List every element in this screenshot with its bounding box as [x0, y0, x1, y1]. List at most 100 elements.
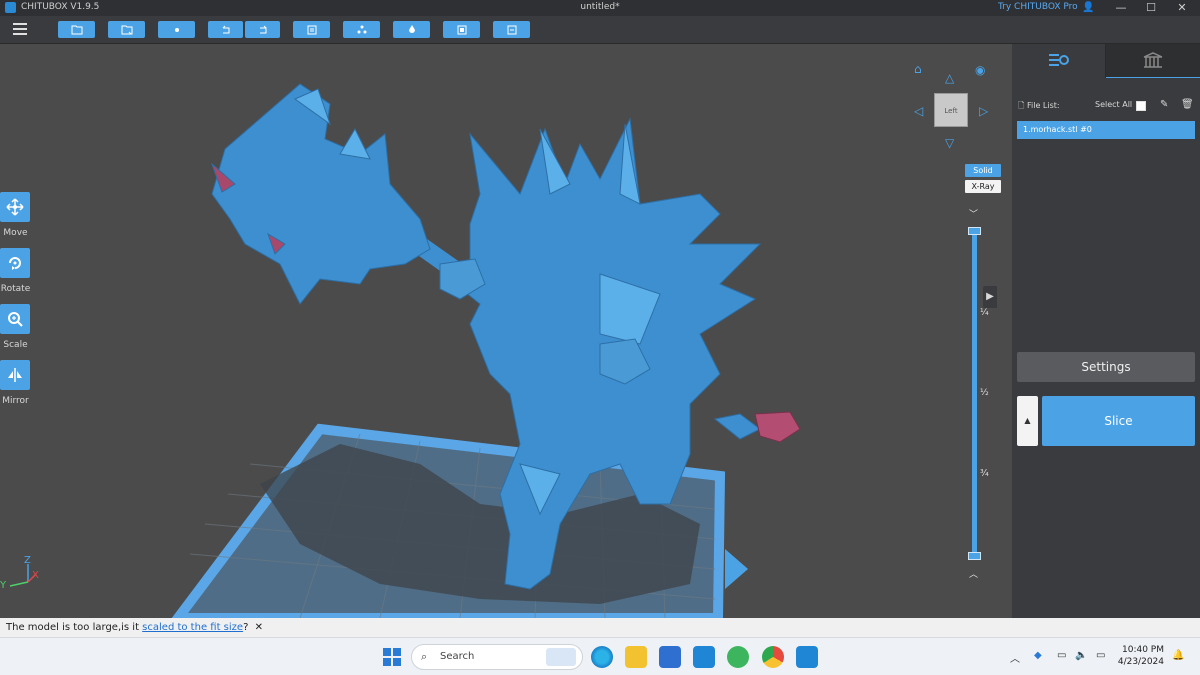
- home-view-icon[interactable]: ⌂: [914, 62, 922, 76]
- network-icon[interactable]: ▭: [1057, 650, 1066, 661]
- eye-icon[interactable]: ◉: [975, 63, 985, 77]
- save-button[interactable]: [108, 21, 145, 38]
- file-list-header: 🗋 File List: Select All ✎ 🗑: [1018, 99, 1196, 114]
- file-list-item[interactable]: 1.morhack.stl #0: [1017, 121, 1195, 139]
- open-file-icon: [71, 25, 82, 34]
- xray-toggle[interactable]: X-Ray: [965, 180, 1001, 193]
- view-up-icon[interactable]: △: [945, 71, 954, 85]
- settings-button[interactable]: Settings: [1017, 352, 1195, 382]
- edge-browser-icon[interactable]: [591, 646, 613, 668]
- chevron-down-icon[interactable]: ﹀: [969, 207, 978, 220]
- status-bar: The model is too large,is it scaled to t…: [0, 618, 1200, 637]
- search-placeholder: Search: [440, 651, 475, 662]
- status-suffix: ?: [243, 622, 249, 633]
- volume-icon[interactable]: 🔈: [1075, 650, 1087, 661]
- mirror-tool[interactable]: Mirror: [0, 360, 31, 406]
- menu-icon[interactable]: [13, 23, 27, 35]
- right-panel: 🗋 File List: Select All ✎ 🗑 1.morhack.st…: [1012, 44, 1200, 618]
- list-gear-icon: [1048, 54, 1069, 66]
- status-message: The model is too large,is it: [6, 622, 143, 633]
- slice-options-toggle[interactable]: ▲: [1017, 396, 1038, 446]
- open-file-button[interactable]: [58, 21, 95, 38]
- undo-button[interactable]: [208, 21, 243, 38]
- taskbar-clock[interactable]: 10:40 PM 4/23/2024: [1114, 644, 1164, 668]
- support-icon: [457, 25, 466, 34]
- maximize-button[interactable]: ☐: [1136, 0, 1166, 16]
- clock-date: 4/23/2024: [1117, 657, 1164, 667]
- notification-bell-icon[interactable]: 🔔: [1172, 650, 1184, 661]
- axis-indicator: Z X Y: [0, 555, 39, 591]
- chevron-up-icon[interactable]: ︿: [969, 567, 978, 580]
- search-icon: ⌕: [421, 650, 428, 663]
- view-left-icon[interactable]: ◁: [914, 104, 923, 118]
- move-tool[interactable]: Move: [0, 192, 31, 238]
- try-pro-link[interactable]: Try CHITUBOX Pro: [998, 2, 1078, 12]
- slider-mark-three-quarter: ¾: [980, 469, 989, 479]
- trash-icon[interactable]: 🗑: [1181, 99, 1194, 110]
- battery-icon[interactable]: ▭: [1096, 650, 1105, 661]
- slider-mark-quarter: ¼: [980, 308, 989, 318]
- select-all-label: Select All: [1095, 100, 1133, 109]
- tab-library[interactable]: [1106, 44, 1200, 78]
- axis-y-label: Y: [0, 580, 7, 591]
- arrange-icon: [357, 25, 366, 33]
- minimize-button[interactable]: —: [1106, 0, 1136, 16]
- view-cube[interactable]: Left: [934, 93, 968, 127]
- user-icon[interactable]: 👤: [1082, 2, 1094, 13]
- hollow-icon: [408, 24, 415, 33]
- windows-taskbar: ⌕ Search ︿ ◆ ▭ 🔈 ▭ 10:40 PM 4/23/2024 🔔: [0, 637, 1200, 675]
- mirror-icon: [0, 360, 30, 390]
- rotate-tool[interactable]: Rotate: [0, 248, 31, 294]
- close-button[interactable]: ✕: [1167, 0, 1197, 16]
- chain-tail: [713, 411, 801, 443]
- view-right-icon[interactable]: ▷: [979, 104, 988, 118]
- library-icon: [1143, 51, 1163, 68]
- scale-tool[interactable]: Scale: [0, 304, 31, 350]
- store-icon[interactable]: [659, 646, 681, 668]
- move-icon: [0, 192, 30, 222]
- save-icon: [121, 25, 132, 34]
- layout-button[interactable]: [293, 21, 330, 38]
- 3d-viewport[interactable]: Move Rotate Scale Mirror ⌂ △ ◉ ◁ ▷ ▽ Lef…: [0, 44, 1012, 618]
- app-green-icon[interactable]: [727, 646, 749, 668]
- main-toolbar: [0, 16, 1200, 44]
- layer-slider-track[interactable]: [972, 231, 977, 557]
- dot-button[interactable]: [158, 21, 195, 38]
- dot-icon: [174, 27, 179, 32]
- edit-icon[interactable]: ✎: [1160, 99, 1168, 110]
- file-explorer-icon[interactable]: [625, 646, 647, 668]
- move-tool-label: Move: [3, 228, 28, 238]
- windows-start-icon[interactable]: [381, 646, 403, 668]
- arrange-button[interactable]: [343, 21, 380, 38]
- redo-icon: [259, 25, 266, 33]
- title-bar: CHITUBOX V1.9.5 untitled* Try CHITUBOX P…: [0, 0, 1200, 16]
- select-all-checkbox[interactable]: [1136, 101, 1146, 111]
- scale-to-fit-link[interactable]: scaled to the fit size: [142, 622, 243, 633]
- layout-icon: [307, 25, 316, 34]
- redo-button[interactable]: [245, 21, 280, 38]
- status-close-icon[interactable]: ✕: [255, 622, 263, 633]
- hollow-button[interactable]: [393, 21, 430, 38]
- tray-chevron-icon[interactable]: ︿: [1010, 650, 1020, 665]
- slider-mark-half: ½: [980, 388, 989, 398]
- chrome-icon[interactable]: [762, 646, 784, 668]
- layer-slider-bottom-handle[interactable]: [968, 552, 981, 560]
- panel-collapse-arrow[interactable]: ▶: [983, 286, 997, 308]
- layer-slider-top-handle[interactable]: [968, 227, 981, 235]
- tab-settings[interactable]: [1012, 44, 1106, 78]
- rotate-tool-label: Rotate: [0, 284, 31, 294]
- preview-button[interactable]: [493, 21, 530, 38]
- file-list-label: File List:: [1026, 101, 1060, 110]
- security-icon[interactable]: ◆: [1034, 650, 1042, 661]
- support-button[interactable]: [443, 21, 480, 38]
- chitubox-taskbar-icon[interactable]: [796, 646, 818, 668]
- view-down-icon[interactable]: ▽: [945, 136, 954, 150]
- preview-icon: [507, 25, 516, 34]
- taskbar-search[interactable]: ⌕ Search: [411, 644, 583, 670]
- mail-icon[interactable]: [693, 646, 715, 668]
- scale-icon: [0, 304, 30, 334]
- axis-x-label: X: [32, 570, 39, 581]
- solid-toggle[interactable]: Solid: [965, 164, 1001, 177]
- slice-button[interactable]: Slice: [1042, 396, 1195, 446]
- search-highlight-icon: [546, 648, 576, 666]
